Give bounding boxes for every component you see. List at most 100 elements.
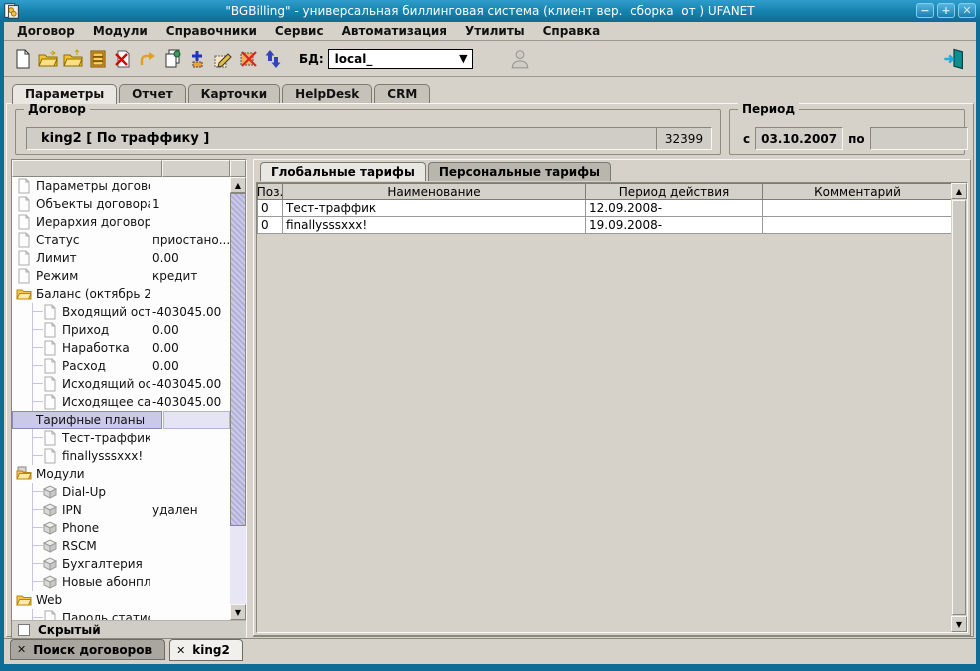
column-header[interactable]: Период действия <box>586 183 763 200</box>
chevron-down-icon[interactable]: ▼ <box>459 52 467 65</box>
hidden-checkbox[interactable] <box>18 624 30 636</box>
open-contract-icon[interactable] <box>36 48 59 71</box>
tree-row[interactable]: Исходящий остато-403045.00 <box>12 375 230 393</box>
tree-header-corner <box>230 160 246 177</box>
tree-item-value: 0.00 <box>152 251 230 265</box>
tariff-table-header: Поз.НаименованиеПериод действияКомментар… <box>257 183 967 200</box>
app-body: ДоговорМодулиСправочникиСервисАвтоматиза… <box>4 22 976 664</box>
add-item-icon[interactable] <box>186 48 209 71</box>
table-row[interactable]: 0Тест-траффик12.09.2008- <box>257 200 967 217</box>
table-scrollbar-thumb[interactable] <box>952 200 966 615</box>
title-bar[interactable]: "BGBilling" - универсальная биллинговая … <box>0 0 980 22</box>
tab-helpdesk[interactable]: HelpDesk <box>282 84 372 103</box>
column-header[interactable]: Комментарий <box>763 183 953 200</box>
menu-item[interactable]: Модули <box>84 23 157 39</box>
delete-contract-icon[interactable] <box>111 48 134 71</box>
tree-row[interactable]: Dial-Up <box>12 483 230 501</box>
tree-row[interactable]: Исходящее сальдо-403045.00 <box>12 393 230 411</box>
tree-row[interactable]: Web <box>12 591 230 609</box>
contract-name-field[interactable]: king2 [ По траффику ] <box>26 127 658 150</box>
menu-item[interactable]: Договор <box>8 23 84 39</box>
tab-отчет[interactable]: Отчет <box>119 84 186 103</box>
db-combobox[interactable]: local_ ▼ <box>328 49 473 69</box>
tree-row[interactable]: Пароль статистики <box>12 609 230 620</box>
close-button[interactable]: ✕ <box>958 3 976 18</box>
hidden-checkbox-label: Скрытый <box>38 623 101 637</box>
column-header[interactable]: Поз. <box>257 183 283 200</box>
tree-item-label: Объекты договора <box>36 197 150 211</box>
tree-header-cell[interactable] <box>12 160 162 177</box>
tree-row[interactable]: finallysssxxx! <box>12 447 230 465</box>
tree-row[interactable]: Иерархия договоров <box>12 213 230 231</box>
period-from-field[interactable]: 03.10.2007 <box>755 127 843 150</box>
tree-row[interactable]: Phone <box>12 519 230 537</box>
table-cell <box>763 217 953 234</box>
tariff-tab[interactable]: Глобальные тарифы <box>260 162 426 181</box>
exit-icon[interactable] <box>942 47 966 71</box>
edit-item-icon[interactable] <box>211 48 234 71</box>
menu-item[interactable]: Утилиты <box>456 23 534 39</box>
tab-карточки[interactable]: Карточки <box>188 84 281 103</box>
tree-row[interactable]: Модули <box>12 465 230 483</box>
tree-row[interactable]: Наработка0.00 <box>12 339 230 357</box>
tree-row[interactable]: Входящий остаток-403045.00 <box>12 303 230 321</box>
menu-item[interactable]: Справочники <box>157 23 266 39</box>
document-icon <box>42 430 58 446</box>
table-row[interactable]: 0finallysssxxx!19.09.2008- <box>257 217 967 234</box>
tree-row[interactable]: Расход0.00 <box>12 357 230 375</box>
period-to-field[interactable] <box>870 127 968 150</box>
tab-crm[interactable]: CRM <box>374 84 430 103</box>
tab-параметры[interactable]: Параметры <box>12 84 117 104</box>
column-header[interactable]: Наименование <box>283 183 586 200</box>
tree-scrollbar[interactable]: ▲ ▼ <box>230 177 246 620</box>
tariff-tab[interactable]: Персональные тарифы <box>428 162 611 181</box>
tree-item-label: Пароль статистики <box>62 611 150 620</box>
tree-row[interactable]: Объекты договора1 <box>12 195 230 213</box>
tree-row[interactable]: Тарифные планы <box>12 411 230 429</box>
refresh-icon[interactable] <box>261 48 284 71</box>
tree-header-cell[interactable] <box>162 160 230 177</box>
module-box-icon <box>42 520 58 536</box>
maximize-button[interactable]: + <box>937 3 955 18</box>
contract-tab-king2[interactable]: ✕king2 <box>169 639 243 661</box>
new-contract-icon[interactable] <box>11 48 34 71</box>
table-cell: 12.09.2008- <box>586 200 763 217</box>
menu-item[interactable]: Автоматизация <box>333 23 456 39</box>
close-icon[interactable]: ✕ <box>176 644 185 657</box>
tree-row[interactable]: Бухгалтерия <box>12 555 230 573</box>
period-groupbox: Период с 03.10.2007 по <box>729 109 965 155</box>
user-icon[interactable] <box>509 48 531 70</box>
tree-item-label: IPN <box>62 503 150 517</box>
contract-tab-поиск-договоров[interactable]: ✕Поиск договоров <box>10 639 165 660</box>
tree-row[interactable]: Режимкредит <box>12 267 230 285</box>
minimize-button[interactable]: − <box>916 3 934 18</box>
close-icon[interactable]: ✕ <box>17 643 26 656</box>
remove-item-icon[interactable] <box>236 48 259 71</box>
module-box-icon <box>42 556 58 572</box>
tree-row[interactable]: Тест-траффик <box>12 429 230 447</box>
main-tab-bar: ПараметрыОтчетКарточкиHelpDeskCRM <box>12 84 430 103</box>
tree-row[interactable]: Новые абонплаты <box>12 573 230 591</box>
scroll-up-icon[interactable]: ▲ <box>230 177 246 193</box>
tree-row[interactable]: Лимит0.00 <box>12 249 230 267</box>
copy-document-icon[interactable] <box>161 48 184 71</box>
tree-item-value: удален <box>152 503 230 517</box>
tree-row[interactable]: RSCM <box>12 537 230 555</box>
scroll-down-icon[interactable]: ▼ <box>230 604 246 620</box>
tree-row[interactable]: Параметры договора <box>12 177 230 195</box>
menu-item[interactable]: Справка <box>534 23 610 39</box>
scroll-up-icon[interactable]: ▲ <box>951 183 967 199</box>
menu-item[interactable]: Сервис <box>266 23 333 39</box>
tree-row[interactable]: Баланс (октябрь 2008) <box>12 285 230 303</box>
tree-row[interactable]: Статусприостано... <box>12 231 230 249</box>
redo-arrow-icon[interactable] <box>136 48 159 71</box>
import-contract-icon[interactable] <box>61 48 84 71</box>
contract-tree: Параметры договораОбъекты договора1Иерар… <box>12 177 230 620</box>
tree-row[interactable]: Приход0.00 <box>12 321 230 339</box>
tree-row[interactable]: IPNудален <box>12 501 230 519</box>
tree-scrollbar-thumb[interactable] <box>230 193 246 526</box>
scroll-down-icon[interactable]: ▼ <box>951 616 967 632</box>
archive-icon[interactable] <box>86 48 109 71</box>
table-scrollbar[interactable]: ▲ ▼ <box>951 183 967 632</box>
bottom-tab-bar: ✕Поиск договоров✕king2 <box>4 638 976 664</box>
